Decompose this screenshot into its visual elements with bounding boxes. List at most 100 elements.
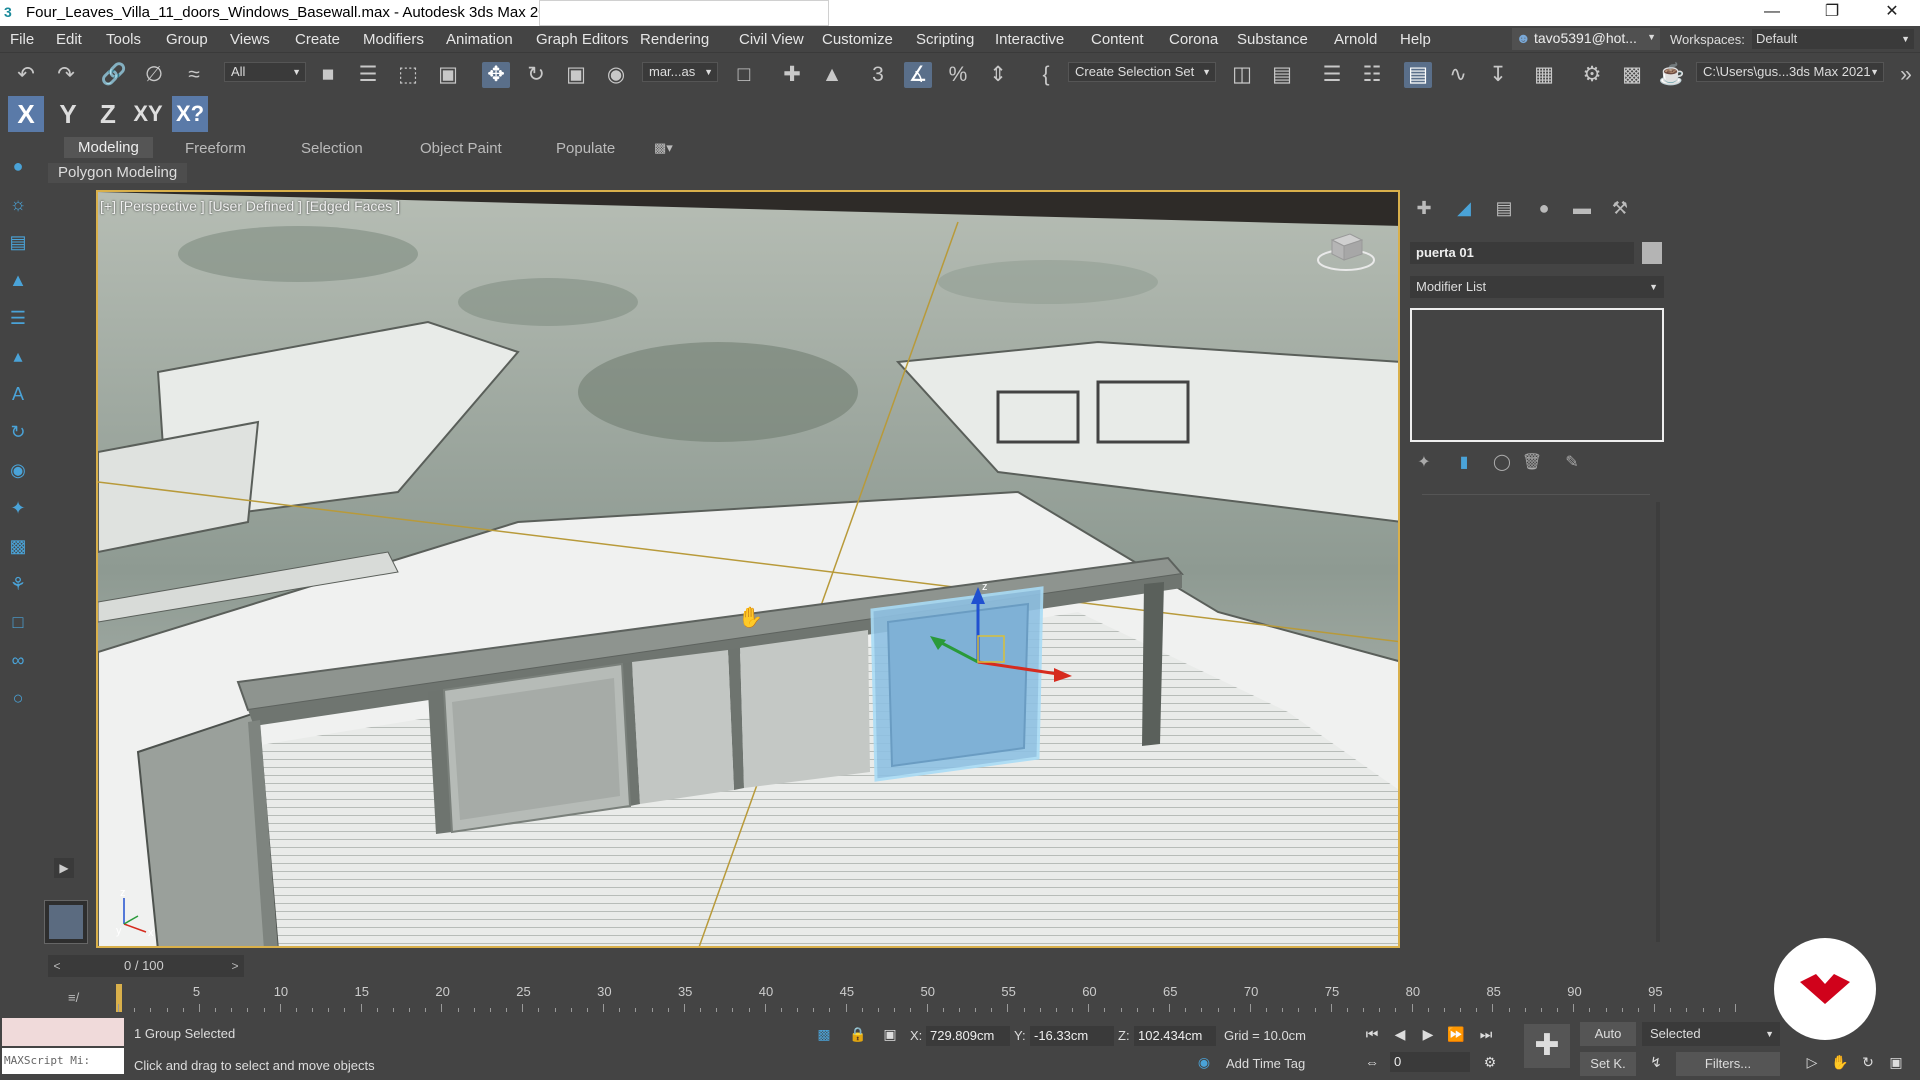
toolbar-overflow-icon[interactable]: »: [1892, 62, 1920, 88]
motion-tab-icon[interactable]: ●: [1530, 198, 1558, 222]
maxscript-output[interactable]: [2, 1018, 124, 1046]
go-to-end-icon[interactable]: ⏭: [1474, 1022, 1498, 1046]
create-tab-icon[interactable]: ✚: [1410, 198, 1438, 222]
rectangular-selection-icon[interactable]: ⬚: [394, 62, 422, 88]
refresh-icon[interactable]: ↻: [6, 422, 30, 446]
axis-z-button[interactable]: Z: [90, 96, 126, 132]
pivot-center-icon[interactable]: □: [730, 62, 758, 88]
curve-editor-icon[interactable]: ∿: [1444, 62, 1472, 88]
align-icon[interactable]: ▤: [1268, 62, 1296, 88]
schematic-view-icon[interactable]: ↧: [1484, 62, 1512, 88]
absolute-mode-icon[interactable]: ▣: [878, 1022, 902, 1046]
add-time-tag[interactable]: Add Time Tag: [1226, 1056, 1305, 1071]
tab-freeform[interactable]: Freeform: [185, 140, 246, 157]
place-icon[interactable]: ◉: [602, 62, 630, 88]
menu-animation[interactable]: Animation: [446, 31, 513, 48]
maxscript-listener[interactable]: MAXScript Mi:: [2, 1018, 124, 1074]
undo-icon[interactable]: ↶: [12, 62, 40, 88]
keyboard-shortcut-override-icon[interactable]: ▲: [818, 62, 846, 88]
time-configuration-icon[interactable]: ⚙: [1478, 1050, 1502, 1074]
render-production-icon[interactable]: ☕: [1658, 62, 1686, 88]
frame-icon[interactable]: □: [6, 612, 30, 636]
timeline-playhead[interactable]: [116, 984, 122, 1012]
ribbon-toggle-icon[interactable]: ▤: [1404, 62, 1432, 88]
lightbulb-icon[interactable]: ○: [6, 688, 30, 712]
select-object-icon[interactable]: ■: [314, 62, 342, 88]
spray-icon[interactable]: ▲: [6, 270, 30, 294]
next-key-icon[interactable]: ⏩: [1444, 1022, 1468, 1046]
menu-content[interactable]: Content: [1091, 31, 1144, 48]
orbit-viewport-icon[interactable]: ▷: [1800, 1050, 1824, 1074]
title-search-box[interactable]: [539, 0, 829, 26]
rendered-frame-window-icon[interactable]: ▩: [1618, 62, 1646, 88]
menu-substance[interactable]: Substance: [1237, 31, 1308, 48]
maximize-viewport-icon[interactable]: ▣: [1884, 1050, 1908, 1074]
redo-icon[interactable]: ↷: [52, 62, 80, 88]
menu-views[interactable]: Views: [230, 31, 270, 48]
bind-space-warp-icon[interactable]: ≈: [180, 62, 208, 88]
next-frame-icon[interactable]: >: [226, 955, 244, 977]
scene-explorer-icon[interactable]: ☰: [1318, 62, 1346, 88]
rotate-icon[interactable]: ↻: [522, 62, 550, 88]
viewcube[interactable]: [1316, 226, 1376, 276]
create-selection-set-dropdown[interactable]: Create Selection Set ▼: [1068, 62, 1216, 82]
scale-icon[interactable]: ▣: [562, 62, 590, 88]
menu-rendering[interactable]: Rendering: [640, 31, 709, 48]
percent-snap-icon[interactable]: %: [944, 62, 972, 88]
tab-object-paint[interactable]: Object Paint: [420, 140, 502, 157]
viewport-label[interactable]: [+] [Perspective ] [User Defined ] [Edge…: [100, 198, 400, 214]
render-setup-icon[interactable]: ⚙: [1578, 62, 1606, 88]
isolate-selection-icon[interactable]: ▩: [812, 1022, 836, 1046]
axis-y-button[interactable]: Y: [50, 96, 86, 132]
plane-icon[interactable]: ▩: [6, 536, 30, 560]
menu-civil-view[interactable]: Civil View: [739, 31, 804, 48]
menu-help[interactable]: Help: [1400, 31, 1431, 48]
filters-button[interactable]: Filters...: [1676, 1052, 1780, 1076]
selection-filter-dropdown[interactable]: All ▼: [224, 62, 306, 82]
user-account[interactable]: ☻ tavo5391@hot... ▼: [1512, 28, 1660, 50]
show-end-result-icon[interactable]: ▮: [1452, 452, 1476, 474]
move-icon[interactable]: ✥: [482, 62, 510, 88]
panel-scrollbar[interactable]: [1656, 502, 1660, 942]
window-crossing-icon[interactable]: ▣: [434, 62, 462, 88]
y-coord-field[interactable]: -16.33cm: [1030, 1026, 1114, 1046]
make-unique-icon[interactable]: ◯: [1490, 452, 1514, 474]
track-bar[interactable]: 5 10 15 20 25 30 35 40 45 50 55 60 65 70 75 80 85 90 95: [68, 984, 1768, 1012]
tree-icon[interactable]: ▴: [6, 346, 30, 370]
set-key-button[interactable]: Set K.: [1580, 1052, 1636, 1076]
menu-group[interactable]: Group: [166, 31, 208, 48]
unlink-icon[interactable]: ∅: [140, 62, 168, 88]
set-key-icon[interactable]: ✚: [1524, 1024, 1570, 1068]
menu-corona[interactable]: Corona: [1169, 31, 1218, 48]
orbit-icon[interactable]: ↻: [1856, 1050, 1880, 1074]
utilities-tab-icon[interactable]: ⚒: [1606, 198, 1634, 222]
key-tangent-icon[interactable]: ↯: [1644, 1050, 1668, 1074]
modifier-stack-list[interactable]: [1410, 308, 1664, 442]
scene-icon[interactable]: ◉: [6, 460, 30, 484]
menu-file[interactable]: File: [10, 31, 34, 48]
link-icon[interactable]: 🔗: [100, 62, 128, 88]
go-to-start-icon[interactable]: ⏮: [1360, 1022, 1384, 1046]
display-tab-icon[interactable]: ▬: [1568, 198, 1596, 222]
previous-frame-icon[interactable]: <: [48, 955, 66, 977]
key-mode-toggle-icon[interactable]: ⇔: [1360, 1050, 1384, 1074]
menu-arnold[interactable]: Arnold: [1334, 31, 1377, 48]
polygon-modeling-panel[interactable]: Polygon Modeling: [48, 163, 188, 183]
time-tag-icon[interactable]: ◉: [1192, 1050, 1216, 1074]
viewport-layout-thumbnail[interactable]: [44, 900, 88, 944]
modify-tab-icon[interactable]: ◢: [1450, 198, 1478, 222]
sun-icon[interactable]: ☼: [6, 194, 30, 218]
camera-icon[interactable]: ▤: [6, 232, 30, 256]
current-frame-field[interactable]: 0: [1390, 1052, 1470, 1072]
render-elements-icon[interactable]: ⚘: [6, 574, 30, 598]
menu-graph-editors[interactable]: Graph Editors: [536, 31, 629, 48]
hierarchy-tab-icon[interactable]: ▤: [1490, 198, 1518, 222]
axis-x-button[interactable]: X: [8, 96, 44, 132]
close-icon[interactable]: ✕: [1864, 0, 1920, 26]
axis-xz-button[interactable]: X?: [172, 96, 208, 132]
pan-view-icon[interactable]: ✋: [1828, 1050, 1852, 1074]
tab-populate[interactable]: Populate: [556, 140, 615, 157]
text-icon[interactable]: A: [6, 384, 30, 408]
configure-modifier-sets-icon[interactable]: ✎: [1560, 452, 1584, 474]
list-icon[interactable]: ☰: [6, 308, 30, 332]
